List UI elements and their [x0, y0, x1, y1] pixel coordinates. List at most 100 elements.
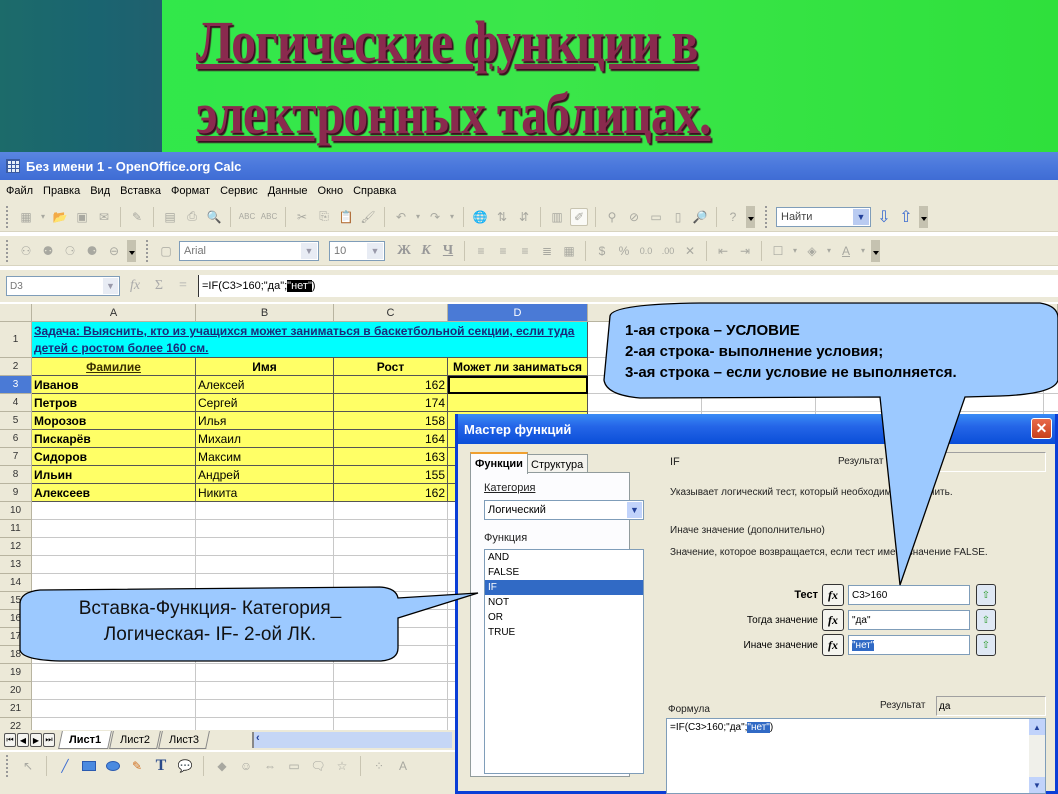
menu-view[interactable]: Вид: [90, 185, 110, 197]
empty-cell[interactable]: [334, 556, 448, 574]
select-all-corner[interactable]: [0, 304, 32, 322]
toolbar-grip[interactable]: [765, 205, 768, 228]
trace-precedents-icon[interactable]: ⚇: [17, 242, 35, 260]
row-header[interactable]: 20: [0, 682, 32, 700]
standard-format-icon[interactable]: 0.0: [637, 242, 655, 260]
menu-file[interactable]: Файл: [6, 185, 33, 197]
table-cell-first-name[interactable]: Михаил: [196, 430, 334, 448]
table-cell-first-name[interactable]: Максим: [196, 448, 334, 466]
align-right-icon[interactable]: ≡: [516, 242, 534, 260]
dropdown-arrow-icon[interactable]: ▾: [39, 208, 47, 226]
chevron-down-icon[interactable]: ▼: [853, 208, 869, 225]
chart-icon[interactable]: ▥: [548, 208, 566, 226]
ellipse-icon[interactable]: [104, 757, 122, 775]
empty-cell[interactable]: [1044, 322, 1058, 358]
callouts-icon[interactable]: 🗨: [309, 757, 327, 775]
function-item-true[interactable]: TRUE: [485, 625, 643, 640]
table-cell-height[interactable]: 158: [334, 412, 448, 430]
row-header[interactable]: 8: [0, 466, 32, 484]
shrink-dialog-icon[interactable]: ⇧: [976, 609, 996, 631]
symbol-shapes-icon[interactable]: ☺: [237, 757, 255, 775]
first-sheet-button[interactable]: ⏮: [4, 733, 16, 747]
scroll-up-icon[interactable]: ▲: [1029, 719, 1045, 735]
dropdown-arrow-icon[interactable]: ▾: [448, 208, 456, 226]
task-cell[interactable]: Задача: Выяснить, кто из учащихся может …: [32, 322, 588, 358]
fx-button[interactable]: fx: [822, 584, 844, 606]
new-document-icon[interactable]: ▦: [17, 208, 35, 226]
navigator-icon[interactable]: ⊘: [625, 208, 643, 226]
fx-button[interactable]: fx: [822, 609, 844, 631]
email-icon[interactable]: ✉: [95, 208, 113, 226]
menu-window[interactable]: Окно: [318, 185, 344, 197]
data-sources-icon[interactable]: ▯: [669, 208, 687, 226]
toolbar-grip[interactable]: [6, 755, 9, 777]
column-header-d[interactable]: D: [448, 304, 588, 322]
currency-format-icon[interactable]: $: [593, 242, 611, 260]
font-size-select[interactable]: 10 ▼: [329, 240, 385, 261]
select-pointer-icon[interactable]: ↖: [19, 757, 37, 775]
function-item-false[interactable]: FALSE: [485, 565, 643, 580]
undo-icon[interactable]: ↶: [392, 208, 410, 226]
find-next-arrow-down-icon[interactable]: ⇩: [875, 208, 893, 226]
help-icon[interactable]: ?: [724, 208, 742, 226]
empty-cell[interactable]: [32, 664, 196, 682]
bold-button[interactable]: Ж: [395, 242, 413, 260]
row-header[interactable]: 13: [0, 556, 32, 574]
chevron-down-icon[interactable]: ▼: [301, 242, 317, 259]
row-header[interactable]: 21: [0, 700, 32, 718]
trace-dependents-icon[interactable]: ⚉: [39, 242, 57, 260]
points-icon[interactable]: ⁘: [370, 757, 388, 775]
formula-input[interactable]: =IF(C3>160;"да"; "нет"): [198, 275, 1058, 297]
toolbar-grip[interactable]: [6, 239, 9, 262]
sort-descending-icon[interactable]: ⇵: [515, 208, 533, 226]
edit-file-icon[interactable]: ✎: [128, 208, 146, 226]
dropdown-arrow-icon[interactable]: ▾: [825, 242, 833, 260]
add-decimal-icon[interactable]: .00: [659, 242, 677, 260]
test-input[interactable]: C3>160: [848, 585, 970, 605]
redo-icon[interactable]: ↷: [426, 208, 444, 226]
basic-shapes-icon[interactable]: ◆: [213, 757, 231, 775]
table-cell-height[interactable]: 163: [334, 448, 448, 466]
freeform-line-icon[interactable]: ✎: [128, 757, 146, 775]
row-header[interactable]: 22: [0, 718, 32, 730]
function-item-or[interactable]: OR: [485, 610, 643, 625]
show-draw-functions-icon[interactable]: ✐: [570, 207, 588, 226]
previous-sheet-button[interactable]: ◀: [17, 733, 29, 747]
row-header[interactable]: 6: [0, 430, 32, 448]
autospellcheck-icon[interactable]: ABC: [260, 208, 278, 226]
menu-tools[interactable]: Сервис: [220, 185, 258, 197]
column-header-b[interactable]: B: [196, 304, 334, 322]
borders-icon[interactable]: ☐: [769, 242, 787, 260]
table-cell-result[interactable]: [448, 394, 588, 412]
empty-cell[interactable]: [196, 502, 334, 520]
row-header[interactable]: 18: [0, 646, 32, 664]
sum-icon[interactable]: Σ: [150, 278, 168, 294]
empty-cell[interactable]: [32, 502, 196, 520]
empty-cell[interactable]: [1044, 376, 1058, 394]
empty-cell[interactable]: [32, 556, 196, 574]
row-header[interactable]: 19: [0, 664, 32, 682]
next-sheet-button[interactable]: ▶: [30, 733, 42, 747]
table-cell-last-name[interactable]: Морозов: [32, 412, 196, 430]
remove-all-traces-icon[interactable]: ⊖: [105, 242, 123, 260]
close-icon[interactable]: ✕: [1031, 418, 1052, 439]
table-cell-last-name[interactable]: Петров: [32, 394, 196, 412]
print-preview-icon[interactable]: 🔍: [205, 208, 223, 226]
table-cell-height[interactable]: 162: [334, 376, 448, 394]
empty-cell[interactable]: [334, 700, 448, 718]
header-cell[interactable]: Может ли заниматься: [448, 358, 588, 376]
block-arrows-icon[interactable]: ⇔: [261, 757, 279, 775]
toolbar-overflow-button[interactable]: [127, 239, 136, 262]
empty-cell[interactable]: [816, 394, 930, 412]
chevron-down-icon[interactable]: ▼: [627, 502, 642, 518]
formula-textarea[interactable]: =IF(C3>160;"да";"нет") ▲ ▼: [666, 718, 1046, 794]
delete-decimal-icon[interactable]: ✕: [681, 242, 699, 260]
sort-ascending-icon[interactable]: ⇅: [493, 208, 511, 226]
header-cell[interactable]: Фамилие: [32, 358, 196, 376]
line-icon[interactable]: ╱: [56, 757, 74, 775]
background-color-icon[interactable]: ◈: [803, 242, 821, 260]
else-value-input[interactable]: "нет": [848, 635, 970, 655]
empty-cell[interactable]: [32, 520, 196, 538]
menu-help[interactable]: Справка: [353, 185, 396, 197]
chevron-down-icon[interactable]: ▼: [103, 278, 118, 294]
